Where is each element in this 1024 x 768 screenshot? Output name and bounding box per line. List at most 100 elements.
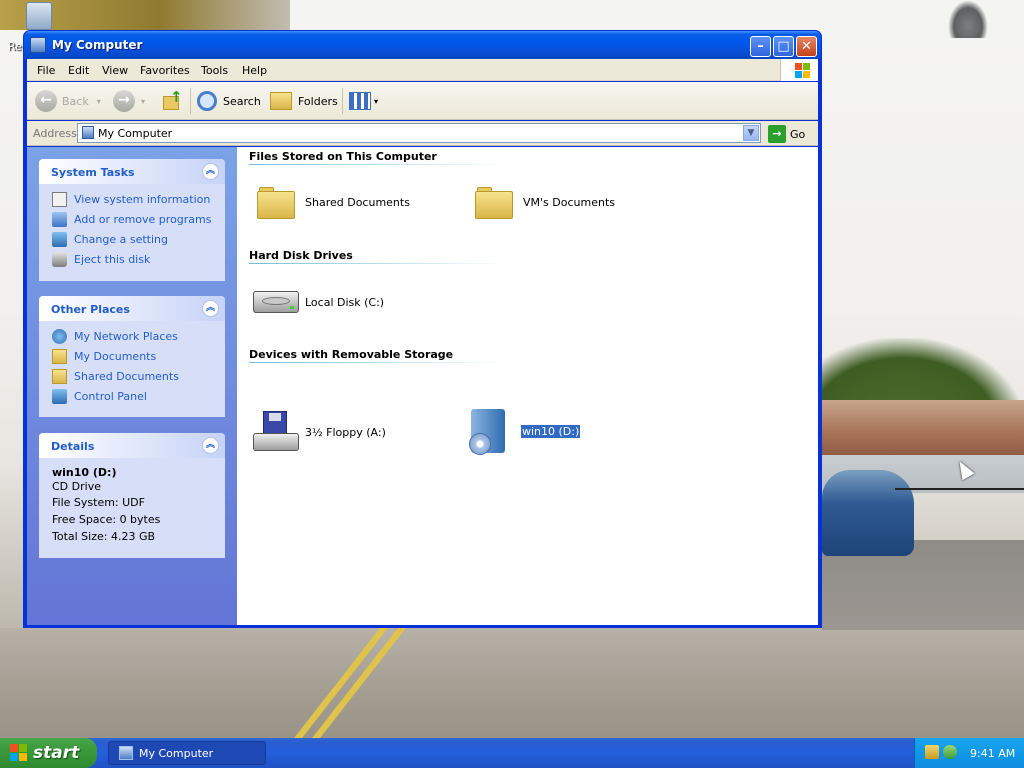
search-icon bbox=[197, 91, 217, 111]
menu-view[interactable]: View bbox=[102, 64, 128, 77]
close-button[interactable]: ✕ bbox=[796, 36, 817, 57]
back-button[interactable]: ← Back ▾ bbox=[35, 90, 101, 112]
folder-icon bbox=[475, 187, 513, 219]
toolbar: ← Back ▾ → ▾ ↑ Search Folders ▾ bbox=[27, 82, 818, 120]
item-floppy-a[interactable]: 3½ Floppy (A:) bbox=[253, 411, 386, 453]
folders-button[interactable]: Folders bbox=[270, 90, 338, 112]
item-shared-documents[interactable]: Shared Documents bbox=[257, 187, 410, 219]
task-view-system-information[interactable]: View system information bbox=[39, 190, 225, 210]
group-title-removable-storage: Devices with Removable Storage bbox=[249, 348, 454, 361]
tray-icon[interactable] bbox=[943, 745, 957, 759]
place-my-documents[interactable]: My Documents bbox=[39, 347, 225, 367]
wallpaper-road bbox=[0, 628, 1024, 738]
go-button[interactable]: → Go bbox=[768, 124, 805, 144]
folders-label: Folders bbox=[298, 94, 338, 108]
item-label: 3½ Floppy (A:) bbox=[305, 425, 386, 439]
other-places-header[interactable]: Other Places ︽ bbox=[39, 296, 225, 321]
wallpaper-town bbox=[822, 400, 1024, 455]
collapse-chevron-icon[interactable]: ︽ bbox=[202, 300, 219, 317]
back-arrow-icon: ← bbox=[35, 90, 57, 112]
windows-flag-icon bbox=[10, 744, 28, 762]
taskbar: start My Computer 9:41 AM bbox=[0, 738, 1024, 768]
details-name: win10 (D:) bbox=[52, 466, 117, 479]
menu-bar: File Edit View Favorites Tools Help bbox=[27, 59, 818, 81]
item-win10-d[interactable]: win10 (D:) bbox=[469, 409, 582, 455]
clock[interactable]: 9:41 AM bbox=[970, 747, 1015, 760]
menu-edit[interactable]: Edit bbox=[68, 64, 89, 77]
my-documents-icon bbox=[52, 349, 67, 364]
forward-dropdown-icon[interactable]: ▾ bbox=[141, 97, 145, 106]
taskbar-button-label: My Computer bbox=[139, 746, 214, 760]
place-label: My Network Places bbox=[74, 330, 178, 343]
place-label: Shared Documents bbox=[74, 370, 179, 383]
back-label: Back bbox=[62, 94, 89, 108]
group-divider bbox=[249, 263, 505, 264]
content-pane: Files Stored on This Computer Shared Doc… bbox=[237, 147, 818, 625]
go-arrow-icon: → bbox=[768, 125, 786, 143]
system-tasks-panel: System Tasks ︽ View system information A… bbox=[39, 159, 225, 281]
task-label: Eject this disk bbox=[74, 253, 151, 266]
place-label: My Documents bbox=[74, 350, 157, 363]
item-vms-documents[interactable]: VM's Documents bbox=[475, 187, 615, 219]
search-label: Search bbox=[223, 94, 261, 108]
address-input[interactable]: My Computer ▼ bbox=[77, 123, 761, 143]
address-dropdown-icon[interactable]: ▼ bbox=[743, 125, 759, 141]
cd-drive-icon bbox=[469, 409, 505, 455]
toolbar-separator bbox=[342, 88, 343, 114]
details-panel: Details ︽ win10 (D:) CD Drive File Syste… bbox=[39, 433, 225, 558]
menu-help[interactable]: Help bbox=[242, 64, 267, 77]
menu-favorites[interactable]: Favorites bbox=[140, 64, 190, 77]
close-icon: ✕ bbox=[801, 39, 812, 54]
maximize-button[interactable]: □ bbox=[773, 36, 794, 57]
forward-button[interactable]: → ▾ bbox=[113, 90, 145, 112]
system-tasks-header[interactable]: System Tasks ︽ bbox=[39, 159, 225, 184]
start-button[interactable]: start bbox=[0, 738, 97, 768]
task-change-setting[interactable]: Change a setting bbox=[39, 230, 225, 250]
computer-icon bbox=[30, 37, 46, 53]
search-button[interactable]: Search bbox=[197, 90, 261, 112]
computer-icon bbox=[82, 126, 94, 139]
taskbar-button-my-computer[interactable]: My Computer bbox=[108, 741, 266, 765]
maximize-icon: □ bbox=[777, 39, 790, 54]
details-file-system: File System: UDF bbox=[52, 496, 145, 509]
control-panel-icon bbox=[52, 389, 67, 404]
windows-logo-icon bbox=[780, 59, 818, 81]
system-tasks-title: System Tasks bbox=[51, 166, 135, 179]
details-header[interactable]: Details ︽ bbox=[39, 433, 225, 458]
folder-icon bbox=[257, 187, 295, 219]
back-dropdown-icon[interactable]: ▾ bbox=[97, 97, 101, 106]
collapse-chevron-icon[interactable]: ︽ bbox=[202, 437, 219, 454]
details-title: Details bbox=[51, 440, 95, 453]
details-free-space: Free Space: 0 bytes bbox=[52, 513, 161, 526]
recycle-bin-icon[interactable] bbox=[26, 2, 52, 30]
recycle-bin-label[interactable]: Re bbox=[8, 40, 22, 53]
hard-disk-icon bbox=[253, 291, 299, 313]
details-body: win10 (D:) CD Drive File System: UDF Fre… bbox=[39, 458, 225, 553]
wallpaper-car bbox=[822, 470, 914, 556]
item-local-disk-c[interactable]: Local Disk (C:) bbox=[253, 291, 384, 313]
tray-icon[interactable] bbox=[925, 745, 939, 759]
menu-tools[interactable]: Tools bbox=[201, 64, 228, 77]
wallpaper-lamp bbox=[948, 0, 988, 38]
go-label: Go bbox=[790, 127, 806, 141]
add-remove-programs-icon bbox=[52, 212, 67, 227]
window-title: My Computer bbox=[52, 38, 143, 52]
place-shared-documents[interactable]: Shared Documents bbox=[39, 367, 225, 387]
collapse-chevron-icon[interactable]: ︽ bbox=[202, 163, 219, 180]
minimize-button[interactable]: – bbox=[750, 36, 771, 57]
title-bar[interactable]: My Computer – □ ✕ bbox=[24, 31, 821, 59]
place-my-network-places[interactable]: My Network Places bbox=[39, 327, 225, 347]
task-eject-disk[interactable]: Eject this disk bbox=[39, 250, 225, 270]
task-label: View system information bbox=[74, 193, 211, 206]
task-pane: System Tasks ︽ View system information A… bbox=[27, 147, 237, 625]
group-divider bbox=[249, 362, 505, 363]
address-value: My Computer bbox=[98, 127, 173, 140]
views-button[interactable]: ▾ bbox=[349, 90, 378, 112]
up-button[interactable]: ↑ bbox=[161, 90, 183, 112]
system-info-icon bbox=[52, 192, 67, 207]
my-computer-window: My Computer – □ ✕ File Edit View Favorit… bbox=[23, 30, 822, 628]
shared-documents-icon bbox=[52, 369, 67, 384]
menu-file[interactable]: File bbox=[37, 64, 55, 77]
place-control-panel[interactable]: Control Panel bbox=[39, 387, 225, 407]
task-add-remove-programs[interactable]: Add or remove programs bbox=[39, 210, 225, 230]
